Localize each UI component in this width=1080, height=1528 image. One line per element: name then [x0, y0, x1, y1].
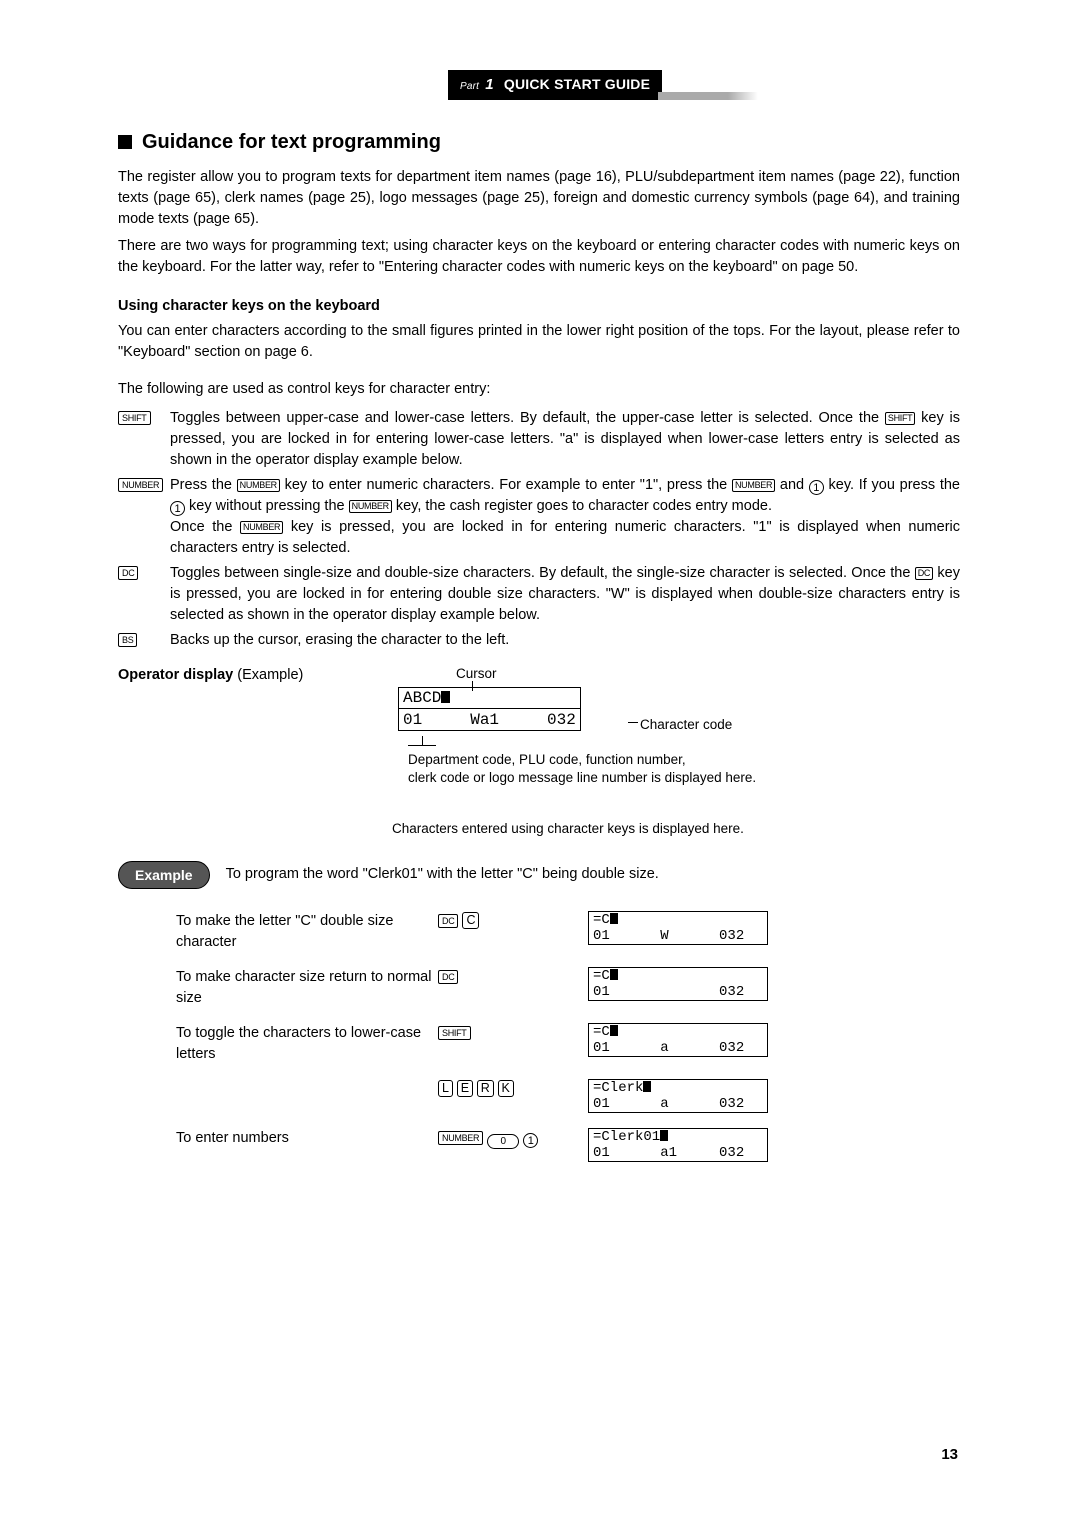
dc-key-inline-icon: DC: [915, 567, 933, 580]
cursor-block-icon: [610, 1025, 618, 1036]
cursor-block-icon: [643, 1081, 651, 1092]
one-key-icon-2: 1: [170, 501, 185, 516]
number-key-inline-icon-3: NUMBER: [349, 500, 392, 513]
letter-r-key-icon: R: [477, 1080, 494, 1097]
operator-display-section: Operator display (Example) Cursor ABCD 0…: [118, 665, 960, 839]
part-banner: Part 1 QUICK START GUIDE: [448, 70, 960, 100]
banner-title: QUICK START GUIDE: [504, 76, 650, 92]
example-step-keys: NUMBER 0 1: [438, 1128, 588, 1149]
lcd-line-1: ABCD: [399, 688, 580, 708]
shift-key-icon: SHIFT: [438, 1026, 471, 1040]
example-step-keys: DC C: [438, 911, 588, 932]
diagram-under-note-1: Department code, PLU code, function numb…: [408, 751, 756, 786]
shift-key-inline-icon: SHIFT: [885, 412, 916, 425]
one-key-icon: 1: [809, 480, 824, 495]
heading-square-icon: [118, 135, 132, 149]
number-key-inline-icon: NUMBER: [237, 479, 280, 492]
cursor-callout-label: Cursor: [456, 664, 497, 684]
letter-l-key-icon: L: [438, 1080, 453, 1097]
diagram-under-note-2: Characters entered using character keys …: [392, 819, 898, 839]
example-step-row: L E R K =Clerk01 a 032: [118, 1079, 960, 1114]
banner-tail-fade: [658, 92, 758, 100]
control-key-list: SHIFT Toggles between upper-case and low…: [118, 408, 960, 651]
cursor-callout-line-icon: [472, 681, 473, 691]
example-step-display: =Clerk0101 a1 032: [588, 1128, 778, 1163]
example-pill: Example: [118, 861, 210, 889]
cursor-block-icon: [660, 1130, 668, 1141]
example-step-desc: To make the letter "C" double size chara…: [118, 911, 438, 953]
example-step-display: =C01 032: [588, 967, 778, 1002]
example-step-row: To make the letter "C" double size chara…: [118, 911, 960, 953]
letter-e-key-icon: E: [457, 1080, 473, 1097]
letter-c-key-icon: C: [462, 912, 479, 929]
charcode-callout-label: Character code: [640, 715, 732, 735]
banner-part-num: 1: [485, 76, 494, 93]
heading-text: Guidance for text programming: [142, 131, 441, 153]
diagram-brace-v-icon: [422, 736, 423, 745]
example-step-row: To make character size return to normal …: [118, 967, 960, 1009]
control-shift-desc: Toggles between upper-case and lower-cas…: [170, 408, 960, 471]
intro-paragraph-1: The register allow you to program texts …: [118, 167, 960, 230]
page-number: 13: [941, 1444, 958, 1466]
dc-key-icon: DC: [438, 914, 458, 928]
example-step-display: =C01 W 032: [588, 911, 778, 946]
diagram-brace-h-icon: [408, 745, 436, 746]
lcd-line-2: 01 Wa1 032: [399, 708, 580, 730]
example-step-desc: To enter numbers: [118, 1128, 438, 1149]
banner-part-label: Part: [460, 81, 479, 92]
mini-lcd: =Clerk0101 a1 032: [588, 1128, 768, 1162]
example-step-display: =C01 a 032: [588, 1023, 778, 1058]
bs-key-icon: BS: [118, 633, 137, 647]
section-heading: Guidance for text programming: [118, 128, 960, 157]
example-sentence: To program the word "Clerk01" with the l…: [226, 864, 659, 885]
example-row: Example To program the word "Clerk01" wi…: [118, 861, 960, 889]
example-step-desc: To toggle the characters to lower-case l…: [118, 1023, 438, 1065]
operator-display-label-sub: (Example): [233, 667, 303, 683]
mini-lcd: =C01 W 032: [588, 911, 768, 945]
control-lead: The following are used as control keys f…: [118, 379, 960, 400]
example-step-keys: SHIFT: [438, 1023, 588, 1044]
manual-page: Part 1 QUICK START GUIDE Guidance for te…: [0, 0, 1080, 1528]
letter-k-key-icon: K: [498, 1080, 514, 1097]
example-steps: To make the letter "C" double size chara…: [118, 911, 960, 1163]
number-key-icon: NUMBER: [118, 478, 163, 492]
cursor-block-icon: [441, 691, 450, 703]
sub-intro: You can enter characters according to th…: [118, 321, 960, 363]
example-step-keys: DC: [438, 967, 588, 988]
example-step-desc: To make character size return to normal …: [118, 967, 438, 1009]
sub-heading: Using character keys on the keyboard: [118, 296, 960, 317]
example-step-keys: L E R K: [438, 1079, 588, 1100]
one-key-icon: 1: [523, 1133, 538, 1148]
example-step-row: To enter numbersNUMBER 0 1 =Clerk0101 a1…: [118, 1128, 960, 1163]
intro-paragraph-2: There are two ways for programming text;…: [118, 236, 960, 278]
zero-key-icon: 0: [487, 1134, 519, 1149]
control-bs-row: BS Backs up the cursor, erasing the char…: [118, 630, 960, 651]
shift-key-icon: SHIFT: [118, 411, 151, 425]
mini-lcd: =C01 a 032: [588, 1023, 768, 1057]
cursor-block-icon: [610, 969, 618, 980]
dc-key-icon: DC: [118, 566, 138, 580]
number-key-icon: NUMBER: [438, 1131, 483, 1145]
charcode-callout-line-icon: [628, 722, 638, 723]
number-key-inline-icon-2: NUMBER: [732, 479, 775, 492]
control-bs-desc: Backs up the cursor, erasing the charact…: [170, 630, 960, 651]
number-key-inline-icon-4: NUMBER: [240, 521, 283, 534]
control-shift-row: SHIFT Toggles between upper-case and low…: [118, 408, 960, 471]
control-dc-desc: Toggles between single-size and double-s…: [170, 563, 960, 626]
example-step-row: To toggle the characters to lower-case l…: [118, 1023, 960, 1065]
example-step-display: =Clerk01 a 032: [588, 1079, 778, 1114]
operator-display-diagram: Cursor ABCD 01 Wa1 032 Character code De…: [398, 665, 898, 839]
mini-lcd: =Clerk01 a 032: [588, 1079, 768, 1113]
control-number-row: NUMBER Press the NUMBER key to enter num…: [118, 475, 960, 559]
operator-display-label: Operator display: [118, 667, 233, 683]
dc-key-icon: DC: [438, 970, 458, 984]
cursor-block-icon: [610, 913, 618, 924]
mini-lcd: =C01 032: [588, 967, 768, 1001]
control-dc-row: DC Toggles between single-size and doubl…: [118, 563, 960, 626]
lcd-display-frame: ABCD 01 Wa1 032: [398, 687, 581, 731]
control-number-desc: Press the NUMBER key to enter numeric ch…: [170, 475, 960, 559]
